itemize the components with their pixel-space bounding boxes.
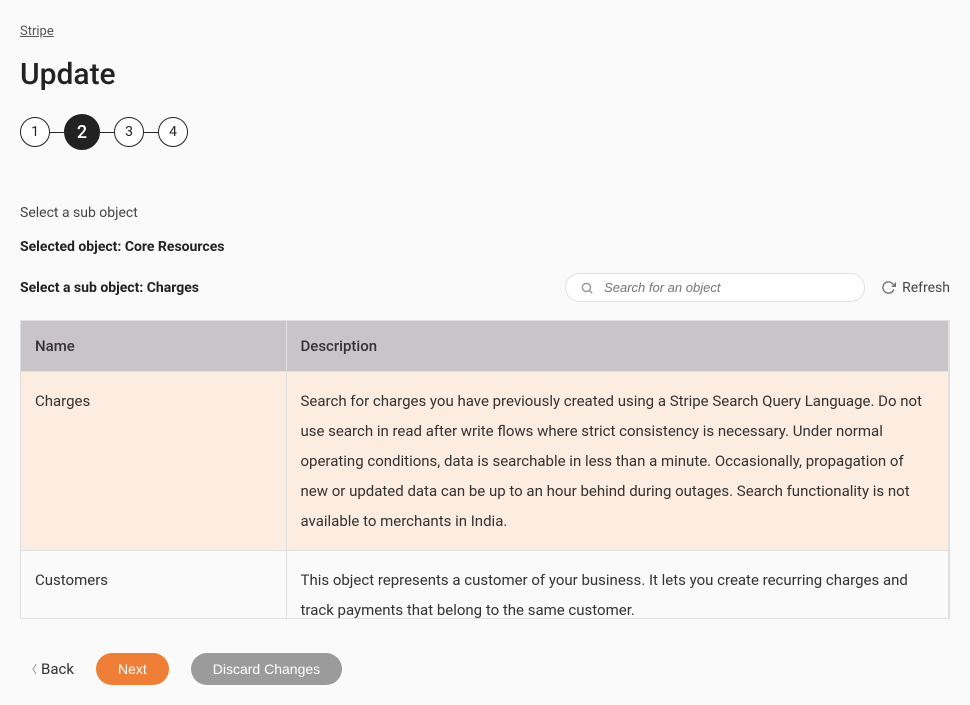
- breadcrumb[interactable]: Stripe: [20, 24, 54, 39]
- chevron-left-icon: 〈: [26, 661, 37, 677]
- back-button[interactable]: 〈 Back: [26, 660, 74, 678]
- cell-name: Customers: [21, 551, 286, 619]
- column-header-name: Name: [21, 321, 286, 372]
- refresh-button[interactable]: Refresh: [881, 280, 950, 296]
- search-wrapper[interactable]: [565, 273, 865, 302]
- cell-description: Search for charges you have previously c…: [286, 372, 949, 551]
- cell-name: Charges: [21, 372, 286, 551]
- discard-button[interactable]: Discard Changes: [191, 653, 342, 685]
- step-4[interactable]: 4: [158, 117, 188, 147]
- refresh-icon: [881, 280, 896, 295]
- back-label: Back: [41, 660, 74, 678]
- object-table: Name Description Charges Search for char…: [20, 320, 950, 619]
- stepper: 1 2 3 4: [20, 114, 950, 150]
- table-header-row: Name Description: [21, 321, 949, 372]
- column-header-description: Description: [286, 321, 949, 372]
- page-title: Update: [20, 57, 950, 92]
- step-1[interactable]: 1: [20, 117, 50, 147]
- footer-buttons: 〈 Back Next Discard Changes: [20, 653, 950, 685]
- step-3[interactable]: 3: [114, 117, 144, 147]
- table-row[interactable]: Customers This object represents a custo…: [21, 551, 949, 619]
- step-2[interactable]: 2: [64, 114, 100, 150]
- search-input[interactable]: [604, 280, 850, 295]
- search-icon: [580, 281, 594, 295]
- table-row[interactable]: Charges Search for charges you have prev…: [21, 372, 949, 551]
- instruction-text: Select a sub object: [20, 205, 950, 221]
- step-connector: [50, 132, 64, 133]
- selected-object-label: Selected object: Core Resources: [20, 239, 950, 255]
- select-sub-label: Select a sub object: Charges: [20, 280, 199, 296]
- next-button[interactable]: Next: [96, 653, 169, 685]
- cell-description: This object represents a customer of you…: [286, 551, 949, 619]
- step-connector: [100, 132, 114, 133]
- step-connector: [144, 132, 158, 133]
- refresh-label: Refresh: [902, 280, 950, 296]
- table-scroll[interactable]: Name Description Charges Search for char…: [21, 321, 949, 618]
